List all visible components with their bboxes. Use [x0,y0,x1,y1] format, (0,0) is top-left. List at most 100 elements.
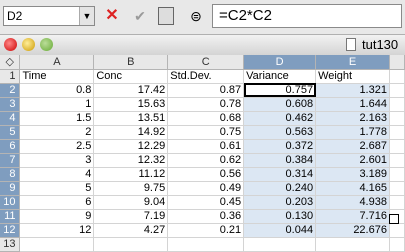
cell-e12[interactable]: 22.676 [315,223,390,238]
minimize-window-icon[interactable] [22,38,35,51]
fill-handle[interactable] [389,214,399,224]
cell-d13[interactable] [243,237,317,252]
cell-a7[interactable]: 3 [19,153,95,168]
cell-f3[interactable] [389,97,405,112]
cell-b5[interactable]: 14.92 [93,125,169,140]
cell-d2[interactable]: 0.757 [243,83,317,98]
cell-b6[interactable]: 12.29 [93,139,169,154]
cell-b9[interactable]: 9.75 [93,181,169,196]
row-header[interactable]: 12 [0,223,21,238]
chevron-down-icon[interactable]: ▼ [79,7,94,25]
cell-a5[interactable]: 2 [19,125,95,140]
cell-c13[interactable] [167,237,245,252]
cell-f1[interactable] [389,69,405,84]
cell-b11[interactable]: 7.19 [93,209,169,224]
cell-a11[interactable]: 9 [19,209,95,224]
cell-a8[interactable]: 4 [19,167,95,182]
select-all-corner[interactable]: ◇ [0,55,21,70]
cell-d5[interactable]: 0.563 [243,125,317,140]
cell-b2[interactable]: 17.42 [93,83,169,98]
row-header[interactable]: 3 [0,97,21,112]
function-wizard-icon[interactable] [156,5,176,27]
cell-c3[interactable]: 0.78 [167,97,245,112]
row-header[interactable]: 2 [0,83,21,98]
row-header[interactable]: 10 [0,195,21,210]
column-header-d[interactable]: D [243,55,317,70]
cell-f2[interactable] [389,83,405,98]
cell-e6[interactable]: 2.687 [315,139,390,154]
row-header[interactable]: 8 [0,167,21,182]
cell-e8[interactable]: 3.189 [315,167,390,182]
cell-c4[interactable]: 0.68 [167,111,245,126]
cell-a13[interactable] [19,237,95,252]
column-header-b[interactable]: B [93,55,169,70]
cell-d10[interactable]: 0.203 [243,195,317,210]
cell-d1[interactable]: Variance [243,69,317,84]
cell-a4[interactable]: 1.5 [19,111,95,126]
row-header[interactable]: 1 [0,69,21,84]
cell-f6[interactable] [389,139,405,154]
cell-d7[interactable]: 0.384 [243,153,317,168]
cell-e10[interactable]: 4.938 [315,195,390,210]
cell-e4[interactable]: 2.163 [315,111,390,126]
cell-e11[interactable]: 7.716 [315,209,390,224]
cancel-icon[interactable]: ✕ [100,5,124,27]
cell-c11[interactable]: 0.36 [167,209,245,224]
cell-c2[interactable]: 0.87 [167,83,245,98]
cell-b10[interactable]: 9.04 [93,195,169,210]
cell-d11[interactable]: 0.130 [243,209,317,224]
row-header[interactable]: 11 [0,209,21,224]
cell-e13[interactable] [315,237,390,252]
cell-b3[interactable]: 15.63 [93,97,169,112]
cell-f7[interactable] [389,153,405,168]
row-header[interactable]: 13 [0,237,21,252]
cell-c5[interactable]: 0.75 [167,125,245,140]
cell-f4[interactable] [389,111,405,126]
column-header-c[interactable]: C [167,55,245,70]
row-header[interactable]: 9 [0,181,21,196]
cell-d8[interactable]: 0.314 [243,167,317,182]
cell-e1[interactable]: Weight [315,69,390,84]
cell-c1[interactable]: Std.Dev. [167,69,245,84]
cell-e9[interactable]: 4.165 [315,181,390,196]
cell-a10[interactable]: 6 [19,195,95,210]
cell-f13[interactable] [389,237,405,252]
cell-f10[interactable] [389,195,405,210]
column-header-a[interactable]: A [19,55,95,70]
formula-input[interactable]: =C2*C2 [212,4,402,28]
cell-a2[interactable]: 0.8 [19,83,95,98]
cell-b8[interactable]: 11.12 [93,167,169,182]
cell-d4[interactable]: 0.462 [243,111,317,126]
cell-b4[interactable]: 13.51 [93,111,169,126]
cell-f5[interactable] [389,125,405,140]
maximize-window-icon[interactable] [40,38,53,51]
cell-c8[interactable]: 0.56 [167,167,245,182]
cell-c10[interactable]: 0.45 [167,195,245,210]
row-header[interactable]: 4 [0,111,21,126]
row-header[interactable]: 5 [0,125,21,140]
cell-d6[interactable]: 0.372 [243,139,317,154]
cell-a12[interactable]: 12 [19,223,95,238]
cell-a3[interactable]: 1 [19,97,95,112]
cell-a9[interactable]: 5 [19,181,95,196]
cell-c9[interactable]: 0.49 [167,181,245,196]
column-header-f[interactable] [389,55,405,70]
accept-icon[interactable]: ✔ [128,5,152,27]
name-box[interactable]: D2 ▼ [3,6,95,26]
cell-e5[interactable]: 1.778 [315,125,390,140]
cell-d3[interactable]: 0.608 [243,97,317,112]
cell-c12[interactable]: 0.21 [167,223,245,238]
cell-a1[interactable]: Time [19,69,95,84]
cell-e3[interactable]: 1.644 [315,97,390,112]
cell-d12[interactable]: 0.044 [243,223,317,238]
row-header[interactable]: 7 [0,153,21,168]
row-header[interactable]: 6 [0,139,21,154]
cell-f9[interactable] [389,181,405,196]
cell-e7[interactable]: 2.601 [315,153,390,168]
cell-b13[interactable] [93,237,169,252]
cell-c6[interactable]: 0.61 [167,139,245,154]
equals-icon[interactable]: ⊜ [184,5,208,27]
cell-b12[interactable]: 4.27 [93,223,169,238]
cell-e2[interactable]: 1.321 [315,83,390,98]
cell-d9[interactable]: 0.240 [243,181,317,196]
